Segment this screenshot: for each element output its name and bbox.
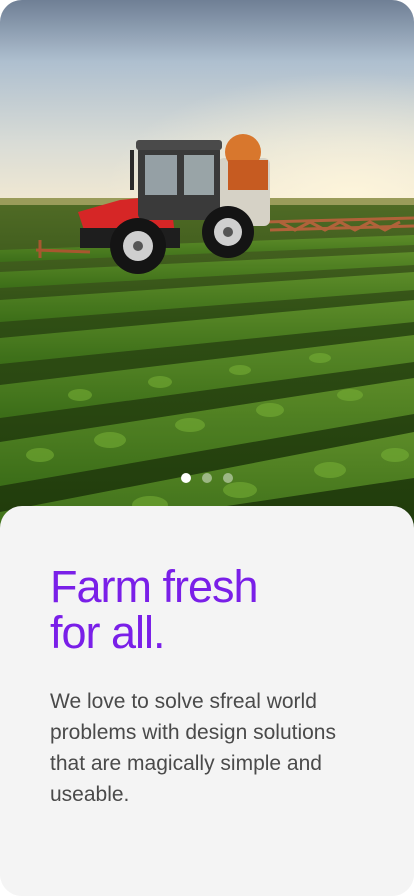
carousel-indicator[interactable]	[0, 473, 414, 483]
content-card: Farm fresh for all. We love to solve sfr…	[0, 506, 414, 896]
headline: Farm fresh for all.	[50, 564, 370, 656]
onboarding-screen: Farm fresh for all. We love to solve sfr…	[0, 0, 414, 896]
carousel-dot-3[interactable]	[223, 473, 233, 483]
headline-line-1: Farm fresh	[50, 561, 259, 612]
carousel-dot-1[interactable]	[181, 473, 191, 483]
hero-image	[0, 0, 414, 540]
tractor-field-illustration	[0, 0, 414, 540]
carousel-dot-2[interactable]	[202, 473, 212, 483]
headline-line-2: for all.	[50, 607, 166, 658]
description-text: We love to solve sfreal world problems w…	[50, 690, 336, 806]
